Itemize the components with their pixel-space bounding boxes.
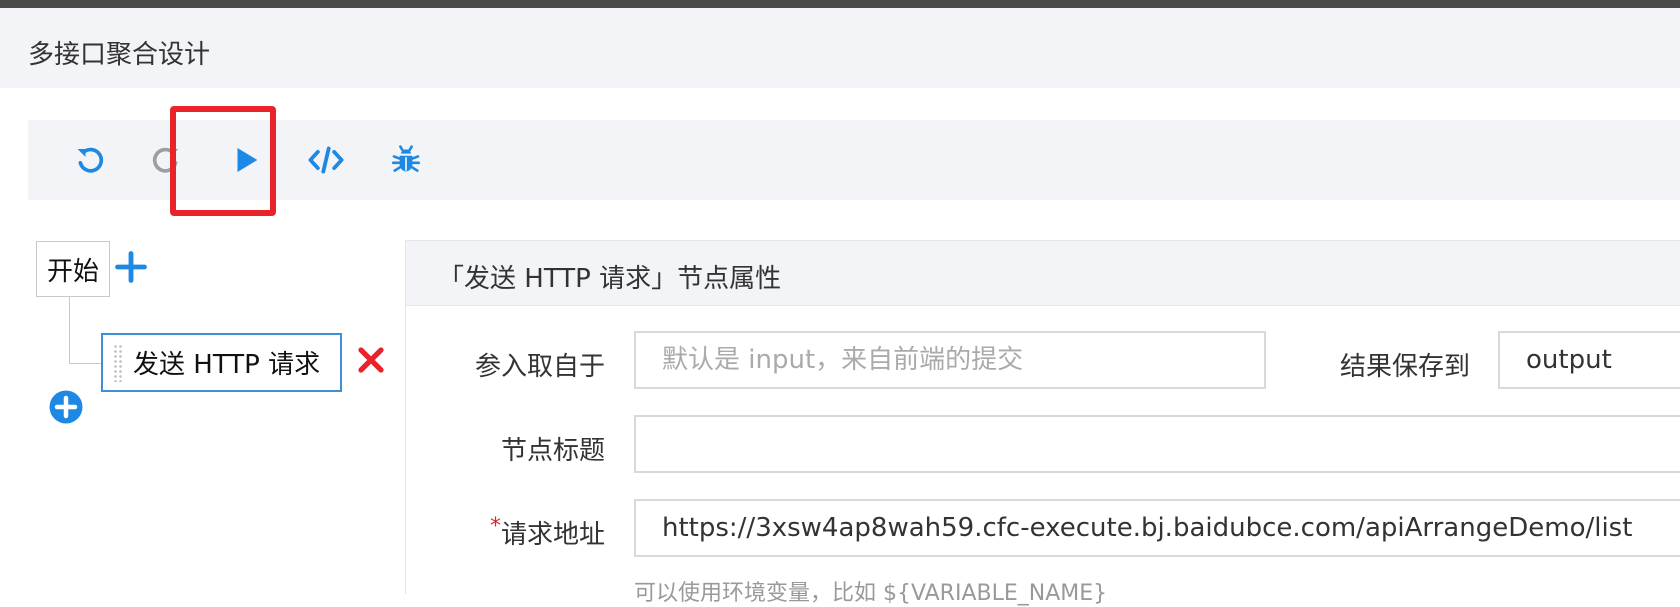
bug-icon [391,145,421,172]
node-properties-panel: 「发送 HTTP 请求」节点属性 参入取自于 默认是 input，来自前端的提交… [405,240,1680,606]
save-to-field[interactable]: output [1498,331,1680,389]
add-node-button[interactable] [114,250,148,284]
tree-connector [69,363,101,364]
panel-title: 「发送 HTTP 请求」节点属性 [438,264,782,294]
input-from-label: 参入取自于 [474,352,605,382]
save-to-label: 结果保存到 [1339,352,1470,382]
start-node[interactable]: 开始 [36,241,110,297]
http-request-node-label: 发送 HTTP 请求 [133,350,321,380]
plus-icon [115,251,147,283]
required-mark: * [489,514,501,539]
url-field[interactable]: https://3xsw4ap8wah59.cfc-execute.bj.bai… [634,499,1680,557]
undo-button[interactable] [66,136,114,184]
node-title-field[interactable] [634,415,1680,473]
plus-circle-icon [49,390,83,424]
url-label-text: 请求地址 [500,520,605,550]
top-bar [0,0,1680,8]
page-title: 多接口聚合设计 [28,40,211,70]
url-label: *请求地址 [490,514,605,551]
drag-handle-icon[interactable] [113,343,123,382]
input-from-field[interactable]: 默认是 input，来自前端的提交 [634,331,1266,389]
debug-button[interactable] [382,136,430,184]
tree-connector [69,297,70,363]
panel-header: 「发送 HTTP 请求」节点属性 [406,241,1680,306]
node-title-label: 节点标题 [500,436,605,466]
run-button-highlight [170,106,276,216]
http-request-node[interactable]: 发送 HTTP 请求 [101,333,342,392]
code-button[interactable] [302,136,350,184]
url-hint: 可以使用环境变量，比如 ${VARIABLE_NAME} [634,581,1108,606]
start-node-label: 开始 [46,256,99,287]
close-icon [358,347,384,373]
delete-node-button[interactable] [356,345,386,375]
undo-icon [77,147,104,173]
code-icon [308,146,344,174]
page-header: 多接口聚合设计 [0,8,1680,88]
add-child-node-button[interactable] [48,389,84,425]
